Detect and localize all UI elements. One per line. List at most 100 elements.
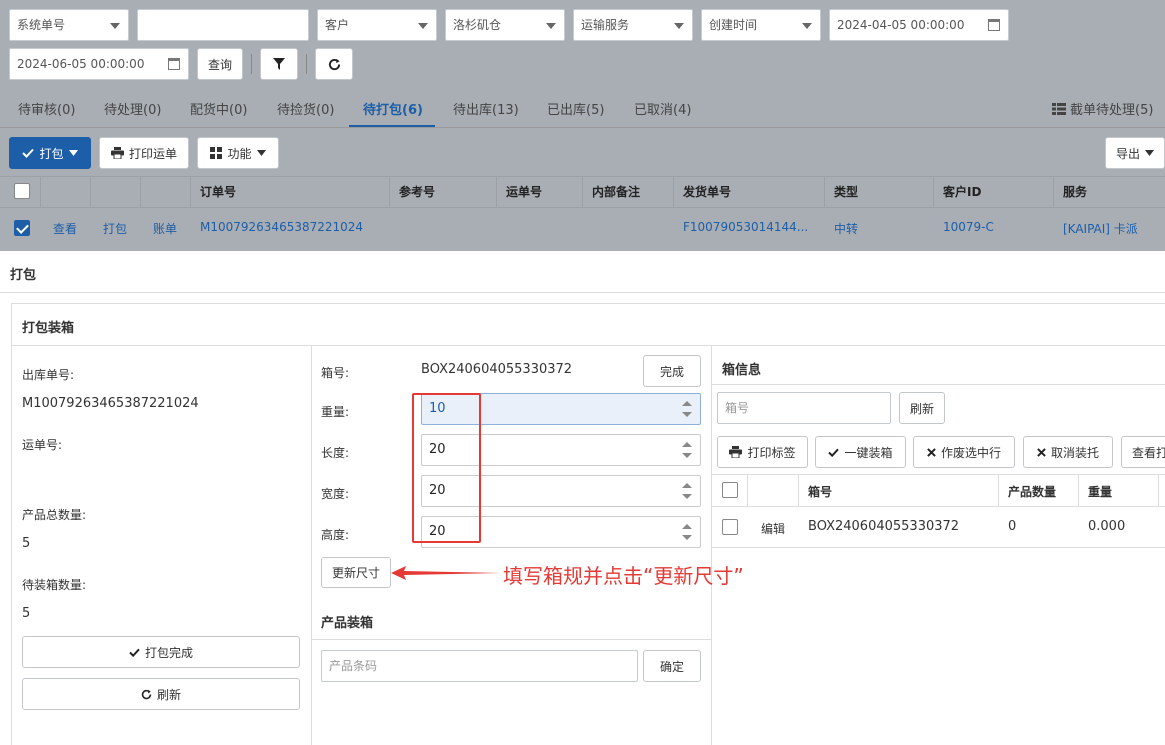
tab-allocating[interactable]: 配货中(0) [190, 99, 247, 118]
check-icon [828, 448, 840, 457]
update-size-label: 更新尺寸 [331, 566, 380, 580]
tab-pending-process[interactable]: 待处理(0) [104, 99, 161, 118]
void-selected-button[interactable]: 作废选中行 [913, 436, 1015, 468]
row-order-no[interactable]: M10079263465387221024 [200, 220, 363, 234]
refresh-button[interactable]: 刷新 [22, 678, 300, 710]
column-divider [496, 176, 497, 207]
spinner-icon[interactable] [682, 401, 692, 417]
column-divider [140, 176, 141, 207]
filter-icon [273, 58, 285, 70]
tab-pending-review[interactable]: 待审核(0) [18, 99, 75, 118]
header-type: 类型 [834, 185, 859, 199]
tab-shipped[interactable]: 已出库(5) [547, 99, 604, 118]
divider [311, 345, 312, 745]
customer-select[interactable]: 客户 [317, 9, 437, 41]
reload-button[interactable] [315, 48, 353, 80]
one-click-pack-label: 一键装箱 [844, 445, 893, 460]
pack-done-button[interactable]: 打包完成 [22, 636, 300, 668]
column-divider [90, 176, 91, 207]
divider [306, 54, 307, 74]
query-button[interactable]: 查询 [197, 48, 243, 80]
row-checkbox[interactable] [14, 220, 30, 236]
row-bill-link[interactable]: 账单 [153, 220, 177, 237]
box-refresh-button[interactable]: 刷新 [899, 392, 945, 424]
tab-pending-pick[interactable]: 待捡货(0) [277, 99, 334, 118]
end-time-input[interactable]: 2024-06-05 00:00:00 [9, 48, 189, 80]
filter-button[interactable] [260, 48, 298, 80]
header-customer-id: 客户ID [943, 185, 982, 199]
box-search-input[interactable]: 箱号 [717, 392, 891, 424]
pack-dropdown-button[interactable]: 打包 [9, 137, 91, 169]
box-header-qty: 产品数量 [1008, 485, 1057, 499]
outbound-no-value: M10079263465387221024 [22, 396, 199, 411]
time-type-select[interactable]: 创建时间 [701, 9, 821, 41]
barcode-input[interactable]: 产品条码 [321, 650, 638, 682]
chevron-down-icon [674, 23, 684, 29]
cancel-pallet-button[interactable]: 取消装托 [1023, 436, 1113, 468]
column-divider [673, 176, 674, 207]
divider [251, 54, 252, 74]
tab-pending-outbound[interactable]: 待出库(13) [453, 99, 519, 118]
total-qty-value: 5 [22, 536, 31, 551]
box-select-all-checkbox[interactable] [722, 482, 738, 498]
select-all-checkbox[interactable] [14, 183, 30, 199]
column-divider [40, 176, 41, 207]
calendar-icon [168, 58, 180, 70]
chevron-down-icon [1145, 150, 1154, 156]
width-label: 宽度: [321, 487, 350, 501]
cutoff-pending-link[interactable]: 截单待处理(5) [1052, 99, 1153, 118]
section-title: 打包装箱 [22, 321, 75, 336]
tab-pending-pack[interactable]: 待打包(6) [363, 99, 423, 118]
one-click-pack-button[interactable]: 一键装箱 [815, 436, 906, 468]
divider [712, 384, 1165, 385]
table-header-border [0, 207, 1165, 208]
start-time-input[interactable]: 2024-04-05 00:00:00 [829, 9, 1009, 41]
function-dropdown-button[interactable]: 功能 [197, 137, 279, 169]
divider [11, 345, 1165, 346]
chevron-down-icon [68, 150, 78, 156]
chevron-down-icon [256, 150, 266, 156]
row-shipment-no[interactable]: F10079053014144... [683, 220, 808, 234]
divider [0, 292, 1165, 293]
box-row-edit-link[interactable]: 编辑 [761, 520, 785, 537]
export-dropdown-button[interactable]: 导出 [1105, 137, 1165, 169]
box-info-title: 箱信息 [722, 363, 762, 378]
print-waybill-button[interactable]: 打印运单 [99, 137, 189, 169]
waybill-label: 运单号: [22, 438, 63, 452]
row-view-link[interactable]: 查看 [53, 220, 77, 237]
update-size-button[interactable]: 更新尺寸 [321, 557, 391, 588]
box-refresh-label: 刷新 [909, 401, 934, 416]
spinner-icon[interactable] [682, 442, 692, 458]
printer-icon [729, 446, 743, 458]
tab-cancelled[interactable]: 已取消(4) [634, 99, 691, 118]
arrow-left-icon [391, 566, 501, 580]
spinner-icon[interactable] [682, 483, 692, 499]
pack-done-label: 打包完成 [144, 645, 193, 660]
divider [798, 474, 799, 506]
divider [1158, 474, 1159, 506]
divider [1078, 474, 1079, 506]
spinner-icon[interactable] [682, 524, 692, 540]
divider [998, 474, 999, 506]
check-icon [129, 648, 140, 657]
modal-title: 打包 [10, 268, 37, 283]
confirm-button[interactable]: 确定 [643, 650, 701, 682]
length-label: 长度: [321, 446, 350, 460]
system-no-input[interactable] [137, 9, 309, 41]
barcode-placeholder: 产品条码 [329, 659, 378, 673]
row-type: 中转 [834, 222, 859, 236]
view-print-label: 查看打 [1132, 445, 1165, 460]
header-order-no: 订单号 [200, 185, 237, 199]
complete-button[interactable]: 完成 [643, 355, 701, 387]
box-row-checkbox[interactable] [722, 519, 738, 535]
row-pack-link[interactable]: 打包 [103, 220, 127, 237]
header-shipment-no: 发货单号 [683, 185, 732, 199]
system-no-select[interactable]: 系统单号 [9, 9, 129, 41]
close-icon [927, 447, 936, 457]
column-divider [190, 176, 191, 207]
shipping-service-select[interactable]: 运输服务 [573, 9, 693, 41]
view-print-button[interactable]: 查看打 [1121, 436, 1165, 468]
warehouse-select[interactable]: 洛杉矶仓 [445, 9, 565, 41]
print-label-button[interactable]: 打印标签 [717, 436, 808, 468]
box-row-weight: 0.000 [1088, 519, 1126, 534]
